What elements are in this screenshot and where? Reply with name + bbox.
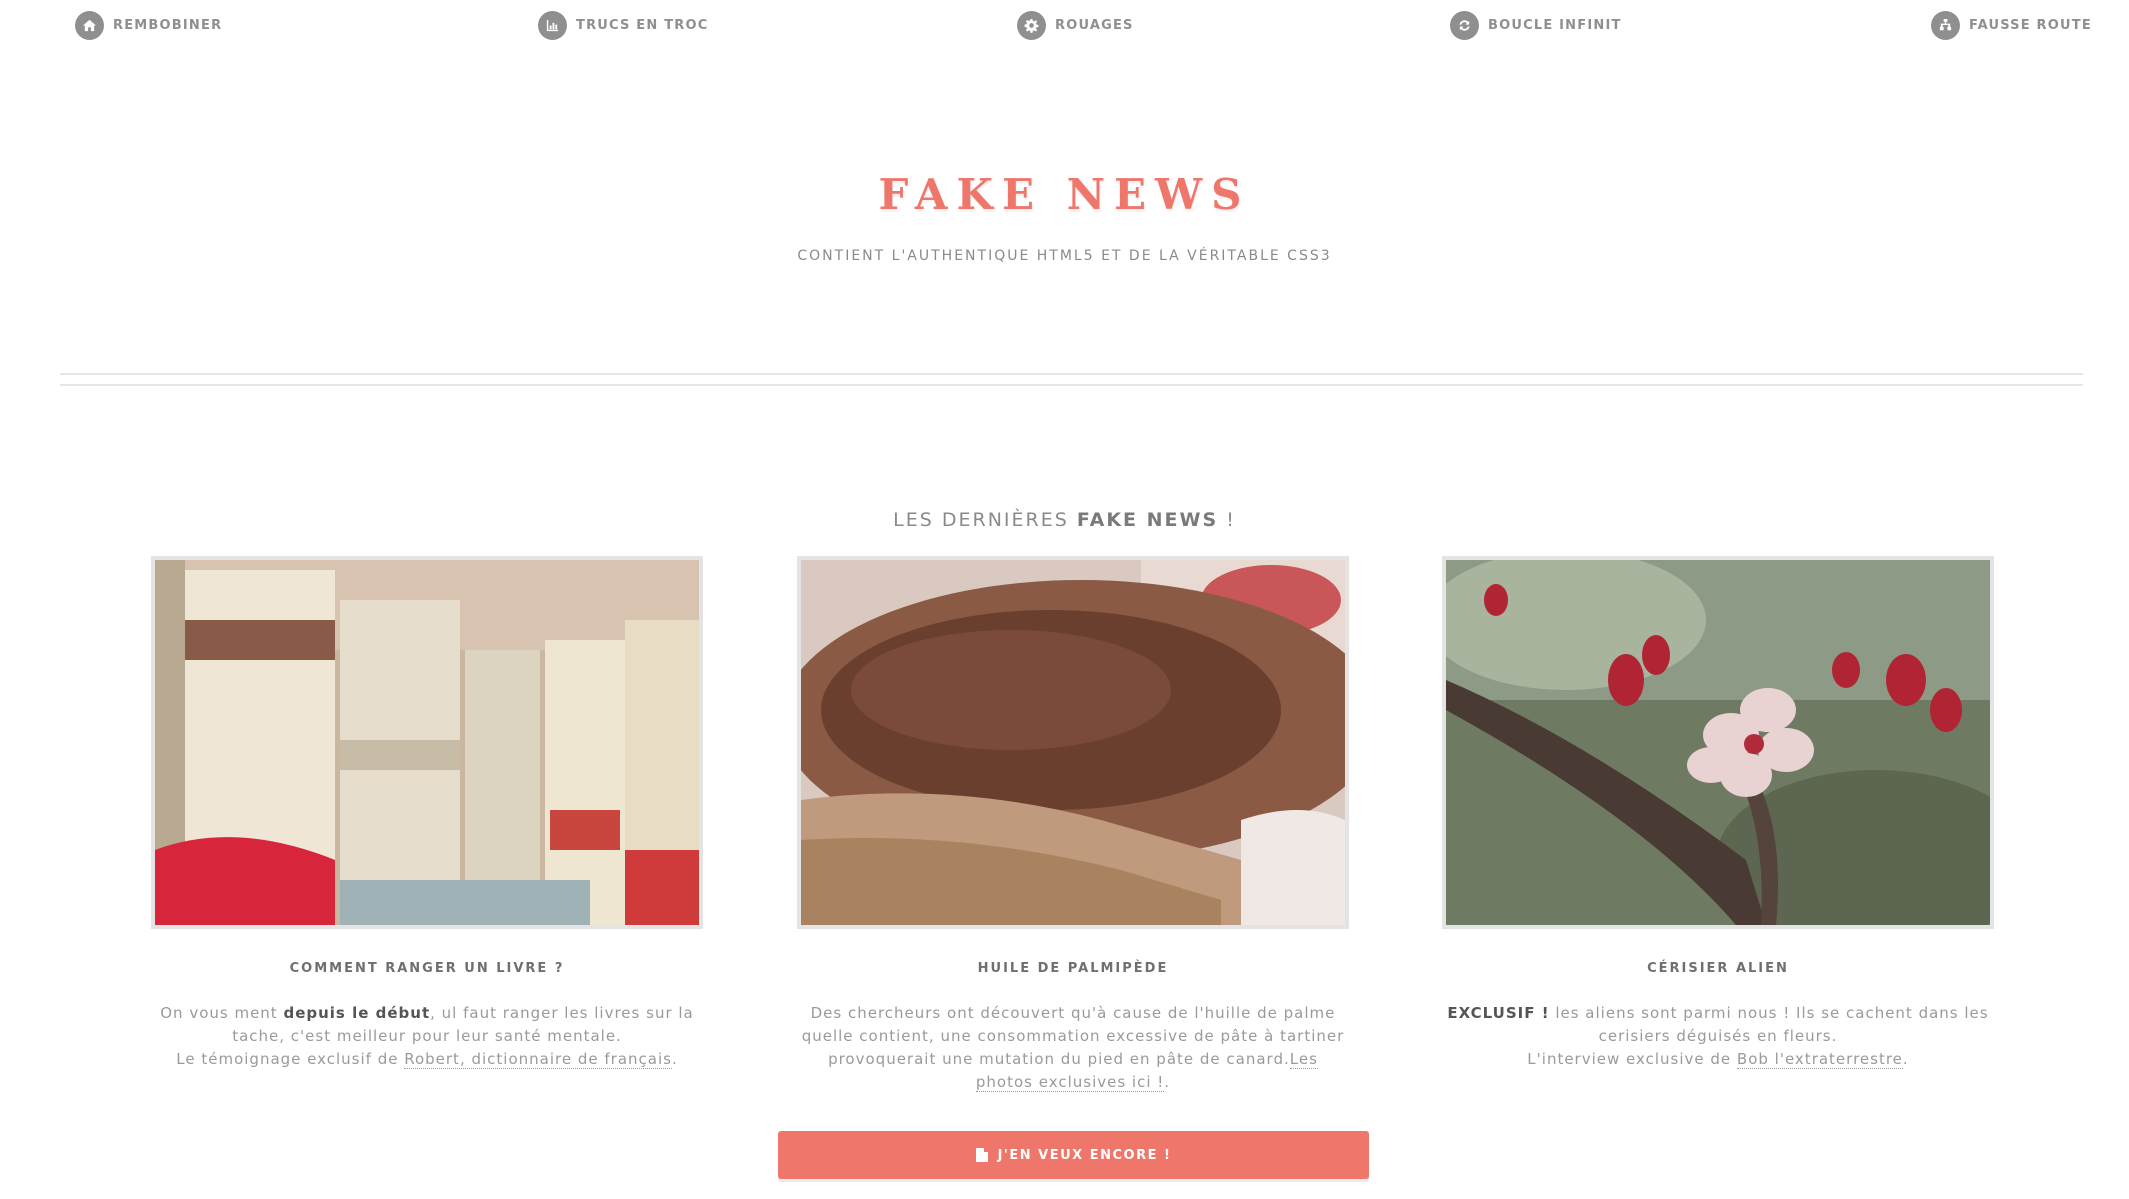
- nav-label: TRUCS EN TROC: [576, 18, 709, 33]
- gear-icon: [1017, 11, 1046, 40]
- divider: [60, 373, 2083, 375]
- books-photo[interactable]: [151, 556, 703, 929]
- section-heading: LES DERNIÈRES FAKE NEWS !: [0, 509, 2129, 531]
- divider: [60, 384, 2083, 386]
- refresh-icon: [1450, 11, 1479, 40]
- nav-label: FAUSSE ROUTE: [1969, 18, 2092, 33]
- more-news-button[interactable]: J'EN VEUX ENCORE !: [778, 1131, 1369, 1179]
- article-card-cherry: CÉRISIER ALIEN EXCLUSIF ! les aliens son…: [1442, 556, 1994, 1071]
- card-link-bob[interactable]: Bob l'extraterrestre: [1736, 1050, 1903, 1069]
- sitemap-icon: [1931, 11, 1960, 40]
- card-text-part: L'interview exclusive de: [1527, 1050, 1737, 1068]
- card-text-bold: EXCLUSIF !: [1447, 1004, 1550, 1022]
- nav-label: REMBOBINER: [113, 18, 223, 33]
- card-text-part: On vous ment: [160, 1004, 284, 1022]
- card-text-part: .: [1902, 1050, 1909, 1068]
- card-text-part: .: [1164, 1073, 1171, 1091]
- bar-chart-icon: [538, 11, 567, 40]
- section-heading-post: !: [1218, 509, 1236, 531]
- nav-label: BOUCLE INFINIT: [1488, 18, 1622, 33]
- card-title: CÉRISIER ALIEN: [1647, 961, 1789, 976]
- card-text: Des chercheurs ont découvert qu'à cause …: [797, 1002, 1349, 1094]
- card-text-part: .: [671, 1050, 678, 1068]
- nav-label: ROUAGES: [1055, 18, 1134, 33]
- site-title: FAKE NEWS: [878, 170, 1251, 219]
- nav-item-fausse-route[interactable]: FAUSSE ROUTE: [1931, 11, 2092, 40]
- section-heading-bold: FAKE NEWS: [1076, 509, 1219, 531]
- nav-item-boucle-infinit[interactable]: BOUCLE INFINIT: [1450, 11, 1622, 40]
- nav-item-trucs-en-troc[interactable]: TRUCS EN TROC: [538, 11, 708, 40]
- card-link-robert[interactable]: Robert, dictionnaire de français: [404, 1050, 672, 1069]
- more-news-button-label: J'EN VEUX ENCORE !: [997, 1147, 1172, 1163]
- home-icon: [75, 11, 104, 40]
- card-text-part: les aliens sont parmi nous ! Ils se cach…: [1549, 1004, 1989, 1045]
- nav-item-rembobiner[interactable]: REMBOBINER: [75, 11, 222, 40]
- card-text-part: Des chercheurs ont découvert qu'à cause …: [801, 1004, 1345, 1068]
- card-title: HUILE DE PALMIPÈDE: [977, 961, 1169, 976]
- section-heading-pre: LES DERNIÈRES: [893, 509, 1077, 531]
- card-text: EXCLUSIF ! les aliens sont parmi nous ! …: [1442, 1002, 1994, 1071]
- nutella-toast-photo[interactable]: [797, 556, 1349, 929]
- card-text-part: Le témoignage exclusif de: [176, 1050, 405, 1068]
- card-text-bold: depuis le début: [283, 1004, 431, 1022]
- card-title: COMMENT RANGER UN LIVRE ?: [289, 961, 565, 976]
- article-card-nutella: HUILE DE PALMIPÈDE Des chercheurs ont dé…: [797, 556, 1349, 1094]
- card-text: On vous ment depuis le début, ul faut ra…: [151, 1002, 703, 1071]
- nav-item-rouages[interactable]: ROUAGES: [1017, 11, 1134, 40]
- article-card-books: COMMENT RANGER UN LIVRE ? On vous ment d…: [151, 556, 703, 1071]
- document-icon: [975, 1148, 988, 1162]
- site-subtitle: CONTIENT L'AUTHENTIQUE HTML5 ET DE LA VÉ…: [797, 248, 1332, 264]
- cherry-blossom-photo[interactable]: [1442, 556, 1994, 929]
